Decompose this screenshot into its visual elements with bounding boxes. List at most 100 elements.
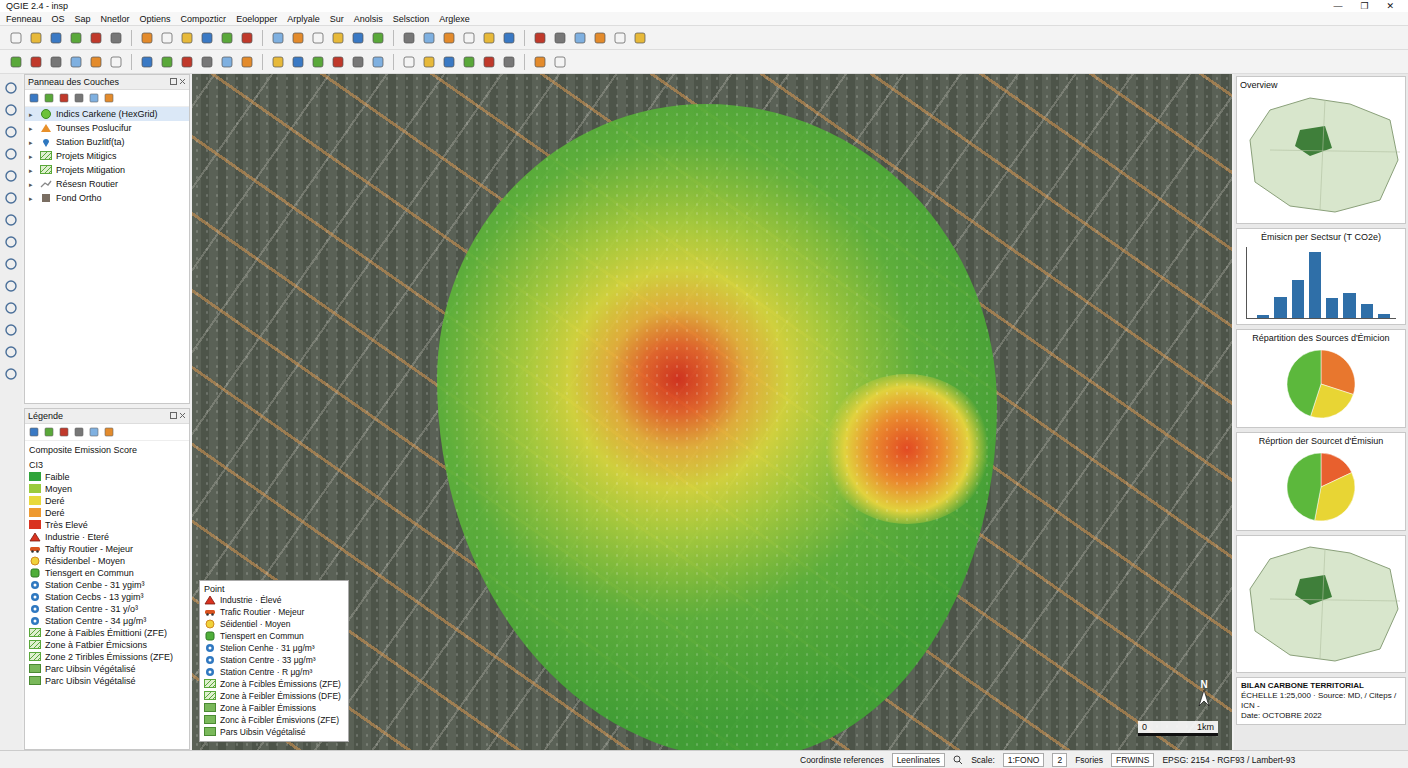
toolbar-button[interactable] [28, 54, 44, 70]
toolbar-button[interactable] [401, 54, 417, 70]
expand-arrow-icon[interactable]: ▸ [29, 137, 36, 148]
toolbar-button[interactable] [48, 54, 64, 70]
scale-field[interactable]: 1:FONO [1003, 753, 1045, 767]
toolbar-button[interactable] [68, 54, 84, 70]
toolbar-button[interactable] [310, 54, 326, 70]
toolbar-button[interactable] [632, 30, 648, 46]
toolbar-button[interactable] [350, 30, 366, 46]
toolbar-button[interactable] [421, 54, 437, 70]
expand-arrow-icon[interactable]: ▸ [29, 151, 36, 162]
menu-item[interactable]: Arplyale [287, 14, 320, 24]
toolbar-button[interactable] [8, 30, 24, 46]
toolbar-button[interactable] [532, 30, 548, 46]
toolbar-button[interactable] [139, 30, 155, 46]
menu-item[interactable]: Compozticr [181, 14, 227, 24]
toolbar-button[interactable] [108, 30, 124, 46]
layer-row[interactable]: ▸Projets Mitigation [25, 163, 189, 177]
rotation-field[interactable]: 2 [1052, 753, 1067, 767]
toolbar-button[interactable] [139, 54, 155, 70]
toolbar-button[interactable] [552, 30, 568, 46]
toolbar-button[interactable] [501, 54, 517, 70]
toolbar-button[interactable] [441, 30, 457, 46]
layer-row[interactable]: ▸Projets Mitigics [25, 149, 189, 163]
menu-item[interactable]: Nnetlor [101, 14, 130, 24]
toolbar-button[interactable] [179, 54, 195, 70]
side-tool-button[interactable] [3, 256, 19, 272]
toolbar-button[interactable] [370, 30, 386, 46]
toolbar-button[interactable] [48, 30, 64, 46]
toolbar-button[interactable] [370, 54, 386, 70]
menu-item[interactable]: Sur [330, 14, 344, 24]
expand-arrow-icon[interactable]: ▸ [29, 109, 36, 120]
toolbar-button[interactable] [68, 30, 84, 46]
menu-item[interactable]: Eoelopper [236, 14, 277, 24]
window-control-button[interactable]: ✕ [1386, 1, 1394, 11]
toolbar-button[interactable] [270, 30, 286, 46]
side-tool-button[interactable] [3, 146, 19, 162]
toolbar-button[interactable] [481, 30, 497, 46]
toolbar-button[interactable] [401, 30, 417, 46]
side-tool-button[interactable] [3, 80, 19, 96]
toolbar-button[interactable] [532, 54, 548, 70]
toolbar-button[interactable] [108, 54, 124, 70]
toolbar-button[interactable] [612, 30, 628, 46]
expand-arrow-icon[interactable]: ▸ [29, 179, 36, 190]
toolbar-button[interactable] [552, 54, 568, 70]
expand-arrow-icon[interactable]: ▸ [29, 165, 36, 176]
toolbar-button[interactable] [290, 30, 306, 46]
toolbar-button[interactable] [88, 54, 104, 70]
menu-item[interactable]: Selsction [393, 14, 430, 24]
side-tool-button[interactable] [3, 168, 19, 184]
toolbar-button[interactable] [270, 54, 286, 70]
layer-row[interactable]: ▸Indics Carkene (HexGrid) [25, 107, 189, 121]
toolbar-button[interactable] [461, 30, 477, 46]
layer-row[interactable]: ▸Tounses Poslucifur [25, 121, 189, 135]
toolbar-button[interactable] [330, 54, 346, 70]
menu-item[interactable]: Fenneau [6, 14, 42, 24]
side-tool-button[interactable] [3, 278, 19, 294]
coord-field[interactable]: Leenlinates [892, 753, 945, 767]
menu-item[interactable]: Arglexe [439, 14, 470, 24]
toolbar-button[interactable] [330, 30, 346, 46]
side-tool-button[interactable] [3, 234, 19, 250]
menu-item[interactable]: Optiens [140, 14, 171, 24]
menu-item[interactable]: Sap [75, 14, 91, 24]
toolbar-button[interactable] [239, 54, 255, 70]
side-tool-button[interactable] [3, 190, 19, 206]
layer-row[interactable]: ▸Fond Ortho [25, 191, 189, 205]
toolbar-button[interactable] [290, 54, 306, 70]
expand-arrow-icon[interactable]: ▸ [29, 123, 36, 134]
toolbar-button[interactable] [219, 30, 235, 46]
side-tool-button[interactable] [3, 366, 19, 382]
toolbar-button[interactable] [199, 54, 215, 70]
toolbar-button[interactable] [421, 30, 437, 46]
toolbar-button[interactable] [159, 30, 175, 46]
menu-item[interactable]: Anolsis [354, 14, 383, 24]
window-control-button[interactable]: — [1333, 1, 1342, 11]
toolbar-button[interactable] [239, 30, 255, 46]
toolbar-button[interactable] [592, 30, 608, 46]
menu-item[interactable]: OS [52, 14, 65, 24]
side-tool-button[interactable] [3, 212, 19, 228]
toolbar-button[interactable] [28, 30, 44, 46]
expand-arrow-icon[interactable]: ▸ [29, 193, 36, 204]
render-field[interactable]: FRWINS [1111, 753, 1154, 767]
map-canvas[interactable]: PointIndustrie · ÉlevéTrafic Routier · M… [192, 74, 1232, 750]
side-tool-button[interactable] [3, 300, 19, 316]
crs-label[interactable]: EPSG: 2154 - RGF93 / Lambert-93 [1162, 755, 1295, 765]
toolbar-button[interactable] [572, 30, 588, 46]
toolbar-button[interactable] [159, 54, 175, 70]
toolbar-button[interactable] [501, 30, 517, 46]
toolbar-button[interactable] [350, 54, 366, 70]
toolbar-button[interactable] [199, 30, 215, 46]
side-tool-button[interactable] [3, 322, 19, 338]
toolbar-button[interactable] [8, 54, 24, 70]
layer-row[interactable]: ▸Résesn Routier [25, 177, 189, 191]
toolbar-button[interactable] [441, 54, 457, 70]
layer-row[interactable]: ▸Station Buzlitf(ta) [25, 135, 189, 149]
toolbar-button[interactable] [461, 54, 477, 70]
side-tool-button[interactable] [3, 102, 19, 118]
window-control-button[interactable]: ❐ [1360, 1, 1368, 11]
toolbar-button[interactable] [310, 30, 326, 46]
toolbar-button[interactable] [219, 54, 235, 70]
